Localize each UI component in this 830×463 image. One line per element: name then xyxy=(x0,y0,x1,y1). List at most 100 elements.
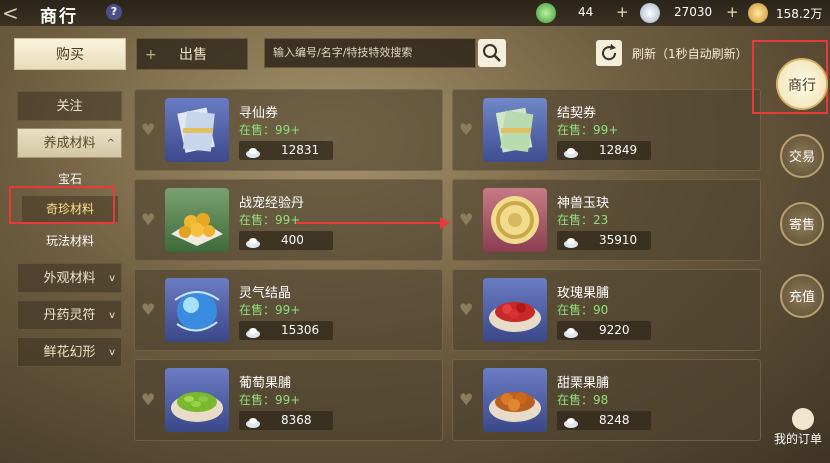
tab-sell-label: 出售 xyxy=(179,47,207,63)
item-card[interactable]: ♥ 玫瑰果脯 在售：90 9220 xyxy=(452,269,761,351)
currency-amount: 44 xyxy=(578,5,594,19)
heart-icon[interactable]: ♥ xyxy=(459,300,473,319)
side-nav-recharge[interactable]: 充值 xyxy=(780,274,824,318)
my-orders-button[interactable]: 我的订单 xyxy=(774,430,822,447)
item-stock: 在售：23 xyxy=(557,213,609,227)
gold-coin-icon xyxy=(748,3,768,23)
item-price: 8248 xyxy=(599,413,630,427)
silver-ingot-icon xyxy=(563,234,579,248)
heart-icon[interactable]: ♥ xyxy=(141,120,155,139)
item-price: 400 xyxy=(281,233,304,247)
item-price: 12849 xyxy=(599,143,638,157)
heart-icon[interactable]: ♥ xyxy=(459,390,473,409)
annotation-arrow xyxy=(296,222,444,224)
help-icon[interactable]: ? xyxy=(106,4,122,20)
item-stock: 在售：99+ xyxy=(239,303,301,317)
search-input[interactable]: 输入编号/名字/特技特效搜索 xyxy=(264,38,476,68)
golden-pills-icon xyxy=(165,188,229,252)
item-name: 甜栗果脯 xyxy=(557,376,610,391)
price-box: 35910 xyxy=(557,231,651,250)
currency-silver: 27030 + xyxy=(640,3,740,23)
heart-icon[interactable]: ♥ xyxy=(141,210,155,229)
price-box: 12831 xyxy=(239,141,333,160)
item-price: 8368 xyxy=(281,413,312,427)
item-card[interactable]: ♥ 结契券 在售：99+ 12849 xyxy=(452,89,761,171)
silver-ingot-icon xyxy=(563,324,579,338)
currency-jade: 44 + xyxy=(536,3,632,23)
chestnut-bowl-icon xyxy=(483,368,547,432)
search-button[interactable] xyxy=(478,39,506,67)
price-box: 8368 xyxy=(239,411,333,430)
price-box: 400 xyxy=(239,231,333,250)
category-label: 养成材料 xyxy=(43,136,96,151)
item-name: 灵气结晶 xyxy=(239,286,292,301)
ticket-bundle-icon xyxy=(165,98,229,162)
category-medicine[interactable]: 丹药灵符 v xyxy=(17,300,122,330)
chevron-up-icon: ^ xyxy=(106,138,115,149)
heart-icon[interactable]: ♥ xyxy=(141,300,155,319)
item-stock: 在售：99+ xyxy=(239,213,301,227)
item-price: 15306 xyxy=(281,323,320,337)
add-currency-button[interactable]: + xyxy=(726,3,739,21)
currency-amount: 158.2万 xyxy=(776,7,823,21)
refresh-label: 刷新（1秒自动刷新） xyxy=(632,47,748,61)
crystal-orb-icon xyxy=(165,278,229,342)
refresh-button[interactable] xyxy=(596,40,622,66)
back-icon[interactable]: < xyxy=(2,1,19,25)
item-card[interactable]: ♥ 灵气结晶 在售：99+ 15306 xyxy=(134,269,443,351)
item-card[interactable]: ♥ 战宠经验丹 在售：99+ 400 xyxy=(134,179,443,261)
silver-ingot-icon xyxy=(245,414,261,428)
tab-buy[interactable]: 购买 xyxy=(14,38,126,70)
grape-fruit-bowl-icon xyxy=(165,368,229,432)
silver-ingot-icon xyxy=(245,144,261,158)
item-card[interactable]: ♥ 神兽玉玦 在售：23 35910 xyxy=(452,179,761,261)
silver-ingot-icon xyxy=(245,234,261,248)
category-flowers[interactable]: 鲜花幻形 v xyxy=(17,337,122,367)
item-name: 战宠经验丹 xyxy=(239,196,305,211)
plus-icon: + xyxy=(145,47,157,63)
rose-fruit-bowl-icon xyxy=(483,278,547,342)
top-bar: < 商行 ? 44 + 27030 + 158.2万 xyxy=(0,0,830,27)
heart-icon[interactable]: ♥ xyxy=(141,390,155,409)
silver-ingot-icon xyxy=(563,144,579,158)
item-price: 35910 xyxy=(599,233,638,247)
item-stock: 在售：99+ xyxy=(557,123,619,137)
heart-icon[interactable]: ♥ xyxy=(459,210,473,229)
item-name: 葡萄果脯 xyxy=(239,376,292,391)
item-card[interactable]: ♥ 甜栗果脯 在售：98 8248 xyxy=(452,359,761,441)
item-stock: 在售：99+ xyxy=(239,393,301,407)
book-icon[interactable] xyxy=(792,408,814,430)
category-label: 外观材料 xyxy=(43,271,96,286)
highlight-box xyxy=(9,186,115,224)
side-nav-trade[interactable]: 交易 xyxy=(780,134,824,178)
heart-icon[interactable]: ♥ xyxy=(459,120,473,139)
item-stock: 在售：98 xyxy=(557,393,609,407)
side-nav-consign[interactable]: 寄售 xyxy=(780,202,824,246)
item-stock: 在售：90 xyxy=(557,303,609,317)
green-jade-coin-icon xyxy=(536,3,556,23)
side-nav-market[interactable]: 商行 xyxy=(776,58,828,110)
category-appearance[interactable]: 外观材料 v xyxy=(17,263,122,293)
item-card[interactable]: ♥ 葡萄果脯 在售：99+ 8368 xyxy=(134,359,443,441)
chevron-down-icon: v xyxy=(109,273,115,284)
item-name: 结契券 xyxy=(557,106,597,121)
price-box: 12849 xyxy=(557,141,651,160)
jade-disc-icon xyxy=(483,188,547,252)
item-card[interactable]: ♥ 寻仙券 在售：99+ 12831 xyxy=(134,89,443,171)
subcategory-gameplay-materials[interactable]: 玩法材料 xyxy=(22,228,118,254)
item-name: 寻仙券 xyxy=(239,106,279,121)
silver-ingot-icon xyxy=(245,324,261,338)
chevron-down-icon: v xyxy=(109,347,115,358)
category-growth-materials[interactable]: 养成材料 ^ xyxy=(17,128,122,158)
category-follow[interactable]: 关注 xyxy=(17,91,122,121)
refresh-icon xyxy=(602,44,617,61)
item-price: 12831 xyxy=(281,143,320,157)
arrow-head-icon xyxy=(440,217,450,229)
currency-amount: 27030 xyxy=(674,5,713,19)
contract-ticket-icon xyxy=(483,98,547,162)
currency-gold: 158.2万 xyxy=(748,3,830,23)
tab-sell[interactable]: + 出售 xyxy=(136,38,248,70)
item-name: 神兽玉玦 xyxy=(557,196,610,211)
item-name: 玫瑰果脯 xyxy=(557,286,610,301)
add-currency-button[interactable]: + xyxy=(616,3,629,21)
